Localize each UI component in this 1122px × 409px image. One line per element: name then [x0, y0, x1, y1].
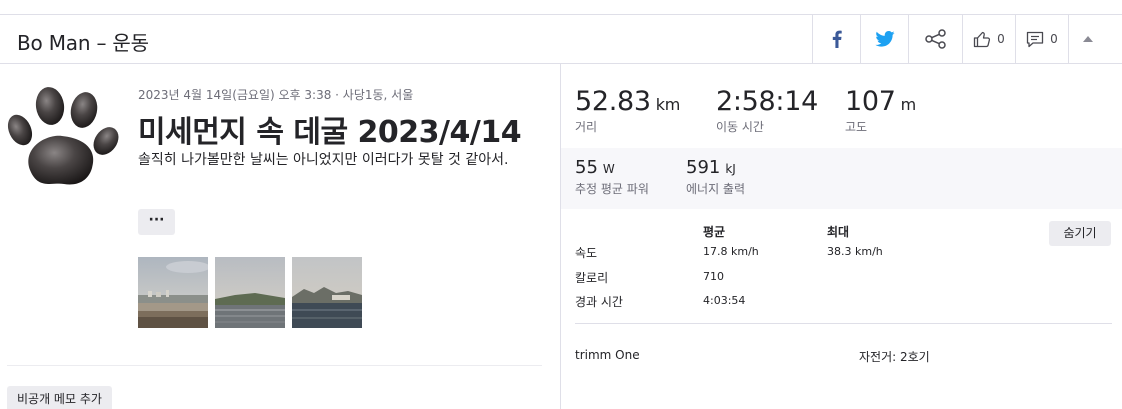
elevation-value: 107 [845, 86, 896, 117]
row-label-elapsed-time: 경과 시간 [575, 295, 623, 309]
moving-time-label: 이동 시간 [716, 120, 764, 134]
energy-value: 591 [686, 157, 721, 178]
column-header-average: 평균 [703, 225, 726, 239]
header-actions: 0 0 [812, 15, 1107, 63]
photo-strip [138, 257, 362, 328]
secondary-stats: 55 W 추정 평균 파워 591 kJ 에너지 출력 [561, 148, 1122, 209]
add-private-note-button[interactable]: 비공개 메모 추가 [7, 386, 112, 409]
stat-distance: 52.83 km 거리 [575, 86, 680, 135]
elevation-unit: m [900, 95, 917, 114]
activity-meta: 2023년 4월 14일(금요일) 오후 3:38 · 사당1동, 서울 [138, 88, 414, 102]
kudos-button[interactable]: 0 [962, 15, 1015, 63]
activity-photo-1[interactable] [138, 257, 208, 328]
kudos-count: 0 [997, 32, 1005, 46]
comment-count: 0 [1050, 32, 1058, 46]
bike-name[interactable]: 자전거: 2호기 [859, 348, 930, 365]
energy-label: 에너지 출력 [686, 182, 746, 196]
energy-unit: kJ [725, 162, 736, 176]
speed-max: 38.3 km/h [827, 245, 883, 258]
activity-photo-3[interactable] [292, 257, 362, 328]
twitter-icon [874, 31, 895, 47]
activity-photo-2[interactable] [215, 257, 285, 328]
activity-header: Bo Man – 운동 0 0 [0, 15, 1122, 64]
left-divider [7, 365, 542, 366]
activity-description: 솔직히 나가볼만한 날씨는 아니었지만 이러다가 못탈 것 같아서. [138, 152, 509, 168]
speed-avg: 17.8 km/h [703, 245, 759, 258]
row-label-speed: 속도 [575, 246, 598, 260]
facebook-share-button[interactable] [812, 15, 860, 63]
athlete-avatar[interactable] [6, 86, 120, 198]
comment-button[interactable]: 0 [1015, 15, 1068, 63]
moving-time-value: 2:58:14 [716, 86, 818, 117]
paw-avatar-icon [7, 87, 119, 185]
device-name: trimm One [575, 348, 640, 362]
stat-energy: 591 kJ 에너지 출력 [686, 157, 745, 197]
elevation-label: 고도 [845, 120, 868, 134]
activity-title: 미세먼지 속 데굴 2023/4/14 [138, 115, 522, 150]
column-header-max: 최대 [827, 225, 850, 239]
stat-power: 55 W 추정 평균 파워 [575, 157, 649, 197]
collapse-button[interactable] [1068, 15, 1107, 63]
row-label-calories: 칼로리 [575, 271, 609, 285]
distance-label: 거리 [575, 120, 598, 134]
calories-avg: 710 [703, 270, 724, 283]
more-options-button[interactable]: ··· [138, 209, 175, 235]
column-divider [560, 64, 561, 409]
power-label: 추정 평균 파워 [575, 182, 649, 196]
power-unit: W [602, 162, 615, 176]
activity-summary: 2023년 4월 14일(금요일) 오후 3:38 · 사당1동, 서울 미세먼… [0, 64, 560, 409]
share-button[interactable] [908, 15, 962, 63]
thumbs-up-icon [974, 31, 991, 48]
facebook-icon [832, 30, 842, 48]
stat-moving-time: 2:58:14 이동 시간 [716, 86, 818, 135]
comment-icon [1027, 31, 1044, 47]
distance-value: 52.83 [575, 86, 651, 117]
stat-elevation: 107 m 고도 [845, 86, 916, 135]
distance-unit: km [655, 95, 681, 114]
hide-details-button[interactable]: 숨기기 [1049, 221, 1111, 246]
page-title: Bo Man – 운동 [17, 31, 149, 55]
power-value: 55 [575, 157, 598, 178]
chevron-up-icon [1083, 36, 1093, 42]
elapsed-time-avg: 4:03:54 [703, 294, 746, 307]
share-icon [924, 29, 946, 49]
twitter-share-button[interactable] [860, 15, 908, 63]
right-divider [575, 323, 1112, 324]
